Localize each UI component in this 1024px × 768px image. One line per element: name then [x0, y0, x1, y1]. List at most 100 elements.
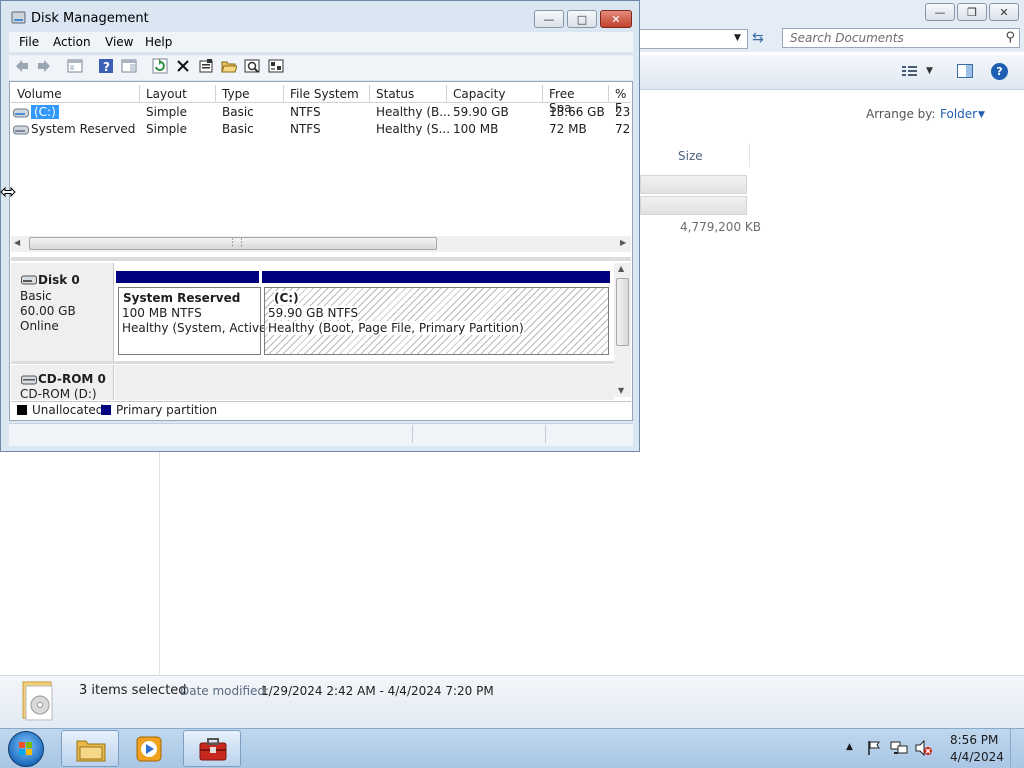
console-tree-icon[interactable]: [67, 58, 83, 74]
volume-free-space: 72 MB: [549, 122, 587, 136]
action-center-flag-icon[interactable]: [866, 740, 882, 756]
show-desktop-button[interactable]: [1010, 729, 1024, 767]
volume-file-system: NTFS: [290, 105, 321, 119]
minimize-button[interactable]: —: [534, 10, 564, 28]
volume-file-system: NTFS: [290, 122, 321, 136]
refresh-icon[interactable]: ⇆: [752, 30, 774, 48]
partition-size: 100 MB NTFS: [122, 306, 202, 320]
arrange-by-dropdown[interactable]: Folder: [940, 107, 977, 121]
scroll-up-icon[interactable]: ▲: [618, 264, 624, 273]
horizontal-scroll-thumb[interactable]: ⋮⋮: [29, 237, 437, 250]
help-topics-icon[interactable]: ?: [98, 58, 114, 74]
partition-bar-system-reserved: [116, 271, 259, 283]
volume-name[interactable]: (C:): [31, 105, 59, 119]
legend-unallocated-label: Unallocated: [32, 403, 104, 417]
drive-icon: [13, 124, 29, 135]
window-title: Disk Management: [31, 11, 149, 26]
menu-bar: [9, 32, 633, 52]
change-view-icon[interactable]: [902, 64, 918, 78]
explorer-minimize-button[interactable]: —: [925, 3, 955, 21]
partition-bar-c: [262, 271, 610, 283]
delete-icon[interactable]: [175, 58, 191, 74]
file-row[interactable]: [640, 196, 747, 215]
drive-icon: [13, 107, 29, 118]
volume-muted-icon[interactable]: [915, 739, 933, 757]
column-header-percent-free[interactable]: % F: [609, 85, 631, 115]
disk-0-type: Basic: [20, 289, 52, 303]
partition-status: Healthy (System, Active,: [122, 321, 271, 335]
file-size-value: 4,779,200 KB: [680, 220, 761, 234]
menu-help[interactable]: Help: [145, 35, 172, 49]
pane-splitter[interactable]: [11, 257, 631, 261]
volume-status: Healthy (B...: [376, 105, 451, 119]
grip-icon: ⋮⋮: [228, 238, 246, 248]
volume-row-c[interactable]: [11, 104, 631, 121]
search-input[interactable]: Search Documents ⚲: [782, 28, 1020, 48]
help-icon[interactable]: ?: [991, 63, 1008, 80]
taskbar-media-player-button[interactable]: [121, 730, 179, 767]
header-divider: [11, 102, 631, 103]
explorer-close-button[interactable]: ✕: [989, 3, 1019, 21]
cd-drive-icon: [21, 374, 37, 385]
clock-date[interactable]: 4/4/2024: [950, 750, 1004, 764]
cdrom-0-name: CD-ROM 0: [38, 372, 106, 386]
show-hidden-icons-icon[interactable]: ▲: [846, 742, 853, 752]
properties-icon[interactable]: [198, 58, 214, 74]
legend-primary-label: Primary partition: [116, 403, 218, 417]
items-selected-text: 3 items selected: [79, 683, 187, 698]
menu-action[interactable]: Action: [53, 35, 91, 49]
address-bar[interactable]: ▼: [640, 29, 748, 49]
preview-pane-icon[interactable]: [957, 64, 973, 78]
network-icon[interactable]: [890, 740, 908, 756]
cdrom-0-area: [115, 365, 614, 400]
menu-file[interactable]: File: [19, 35, 39, 49]
column-header-file-system[interactable]: File System: [284, 85, 370, 103]
taskbar-explorer-button[interactable]: [61, 730, 119, 767]
legend-unallocated-swatch: [17, 405, 27, 415]
back-icon[interactable]: [14, 58, 30, 74]
volume-status: Healthy (S...: [376, 122, 451, 136]
status-bar-divider: [412, 425, 413, 443]
refresh-icon[interactable]: [152, 58, 168, 74]
column-header-capacity[interactable]: Capacity: [447, 85, 543, 103]
column-header-free-space[interactable]: Free Spa...: [543, 85, 609, 115]
start-button[interactable]: [8, 731, 44, 767]
partition-size: 59.90 GB NTFS: [268, 306, 359, 320]
column-header-volume[interactable]: Volume: [11, 85, 140, 103]
address-dropdown-icon[interactable]: ▼: [734, 33, 741, 43]
scroll-down-icon[interactable]: ▼: [618, 386, 624, 395]
column-header-type[interactable]: Type: [216, 85, 284, 103]
scroll-left-icon[interactable]: ◀: [14, 238, 20, 247]
maximize-button[interactable]: □: [567, 10, 597, 28]
volume-percent-free: 72: [615, 122, 631, 136]
arrange-by-label: Arrange by:: [866, 107, 936, 121]
column-header-status[interactable]: Status: [370, 85, 447, 103]
file-row[interactable]: [640, 175, 747, 194]
open-folder-icon[interactable]: [221, 58, 238, 74]
vertical-scroll-thumb[interactable]: [616, 278, 629, 346]
clock-time[interactable]: 8:56 PM: [950, 733, 998, 747]
settings-icon[interactable]: [268, 58, 284, 74]
forward-icon[interactable]: [36, 58, 52, 74]
resize-cursor-icon: [0, 185, 16, 199]
scroll-right-icon[interactable]: ▶: [620, 238, 626, 247]
column-header-size[interactable]: Size: [670, 143, 750, 167]
svg-text:?: ?: [103, 60, 110, 74]
taskbar-computer-management-button[interactable]: [183, 730, 241, 767]
rescan-disks-icon[interactable]: [244, 58, 260, 74]
close-button[interactable]: ✕: [600, 10, 632, 28]
disk-0-name: Disk 0: [38, 273, 80, 287]
view-dropdown-icon[interactable]: ▼: [926, 66, 933, 76]
volume-capacity: 100 MB: [453, 122, 499, 136]
volume-type: Basic: [222, 105, 254, 119]
arrange-by-chevron-icon[interactable]: ▼: [978, 110, 985, 120]
volume-capacity: 59.90 GB: [453, 105, 509, 119]
explorer-restore-button[interactable]: ❐: [957, 3, 987, 21]
search-placeholder: Search Documents: [790, 31, 904, 45]
search-icon[interactable]: ⚲: [1005, 30, 1015, 45]
column-header-layout[interactable]: Layout: [140, 85, 216, 103]
show-hide-action-pane-icon[interactable]: [121, 58, 137, 74]
cdrom-0-drive: CD-ROM (D:): [20, 387, 97, 401]
menu-view[interactable]: View: [105, 35, 133, 49]
volume-name[interactable]: System Reserved: [31, 122, 135, 136]
